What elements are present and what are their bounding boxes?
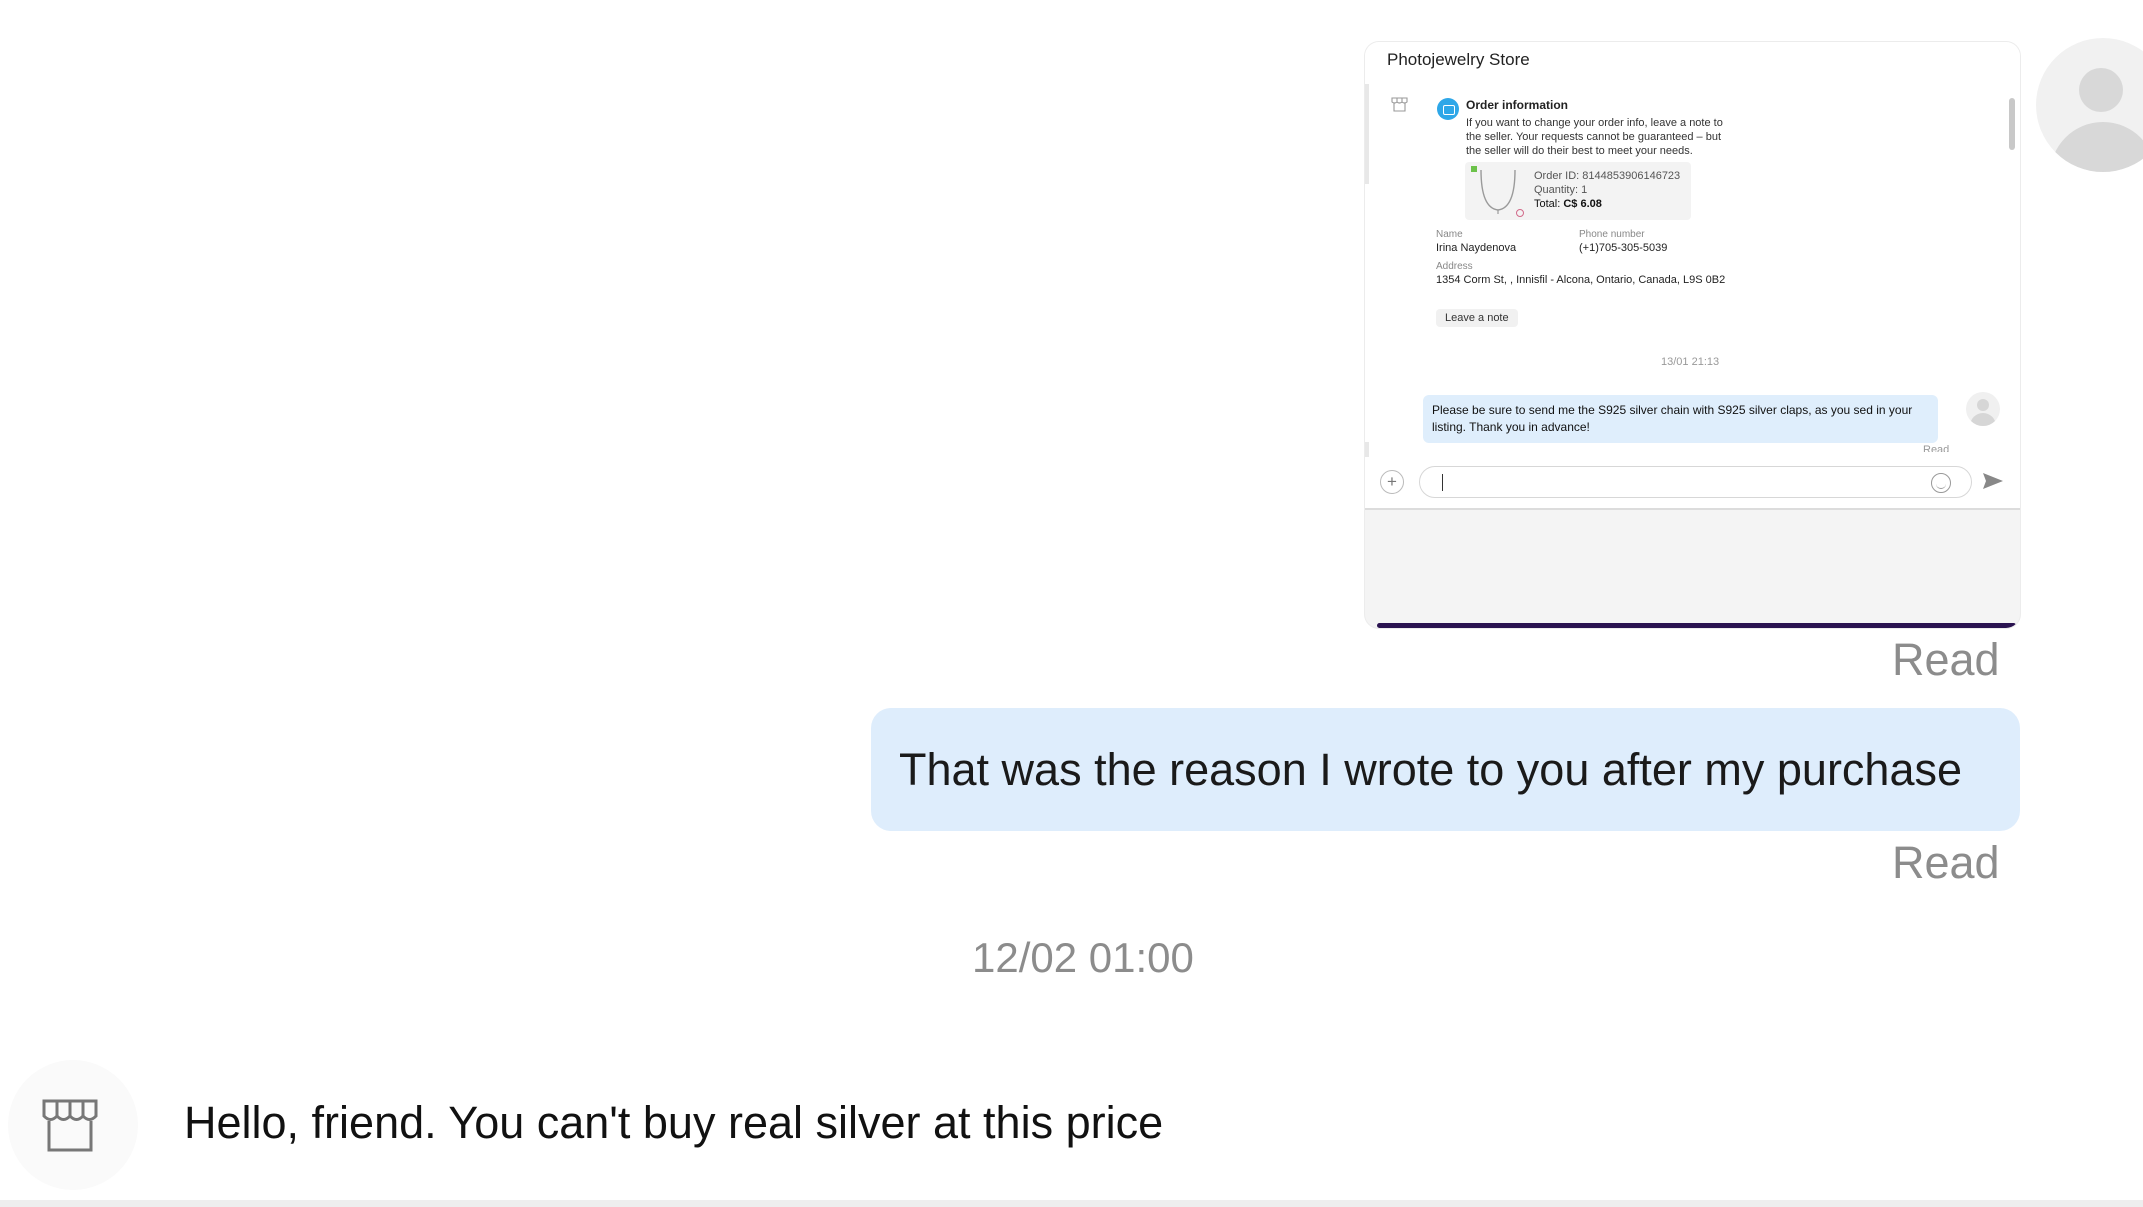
user-avatar-icon-head xyxy=(2079,68,2123,112)
user-avatar-icon-body xyxy=(2050,122,2143,172)
info-icon xyxy=(1437,98,1459,120)
read-status: Read xyxy=(1892,634,2000,685)
incoming-message-text: Hello, friend. You can't buy real silver… xyxy=(184,1097,1164,1148)
screenshot-user-avatar xyxy=(1966,392,2000,426)
product-thumbnail xyxy=(1471,166,1524,217)
screenshot-date: 13/01 21:13 xyxy=(1661,356,1720,368)
avatar-body xyxy=(1970,413,1996,426)
outgoing-message-bubble: That was the reason I wrote to you after… xyxy=(871,708,2020,831)
name-value: Irina Naydenova xyxy=(1436,242,1517,254)
bottom-divider xyxy=(0,1200,2143,1207)
screenshot-attachment[interactable]: Photojewelry Store Order information If … xyxy=(1365,42,2020,628)
name-label: Name xyxy=(1436,229,1463,240)
order-quantity: Quantity: 1 xyxy=(1534,184,1588,196)
text-caret xyxy=(1442,474,1443,491)
screenshot-left-strip xyxy=(1365,84,1369,184)
plus-icon[interactable]: + xyxy=(1380,470,1404,494)
emoji-icon[interactable] xyxy=(1931,473,1951,493)
screenshot-message-input[interactable] xyxy=(1419,466,1972,498)
order-total-label: Total: xyxy=(1534,198,1564,210)
address-label: Address xyxy=(1436,261,1473,272)
order-total-value: C$ 6.08 xyxy=(1563,198,1602,210)
phone-label: Phone number xyxy=(1579,229,1645,240)
screenshot-store-title: Photojewelry Store xyxy=(1387,50,1530,69)
order-info-text: If you want to change your order info, l… xyxy=(1466,117,1723,157)
outgoing-message-text: That was the reason I wrote to you after… xyxy=(899,743,1963,795)
screenshot-content: Photojewelry Store Order information If … xyxy=(1365,42,2020,510)
screenshot-input-bar: + xyxy=(1365,457,2020,508)
screenshot-bottom-bar xyxy=(1377,623,2016,628)
user-avatar xyxy=(2036,38,2143,172)
order-total: Total: C$ 6.08 xyxy=(1534,198,1602,210)
send-icon[interactable] xyxy=(1982,471,2004,491)
phone-value: (+1)705-305-5039 xyxy=(1579,242,1668,254)
screenshot-scrollbar xyxy=(2009,98,2015,150)
screenshot-message-bubble: Please be sure to send me the S925 silve… xyxy=(1423,395,1938,443)
order-info-title: Order information xyxy=(1466,98,1569,112)
leave-note-button[interactable]: Leave a note xyxy=(1436,309,1518,327)
order-id: Order ID: 8144853906146723 xyxy=(1534,170,1681,182)
screenshot-read-status: Read xyxy=(1923,444,1950,452)
address-value: 1354 Corm St, , Innisfil - Alcona, Ontar… xyxy=(1436,274,1726,286)
read-status: Read xyxy=(1892,837,2000,888)
date-separator: 12/02 01:00 xyxy=(972,934,1194,981)
store-icon xyxy=(42,1099,98,1152)
avatar-head xyxy=(1977,399,1989,411)
store-icon xyxy=(1391,97,1408,112)
